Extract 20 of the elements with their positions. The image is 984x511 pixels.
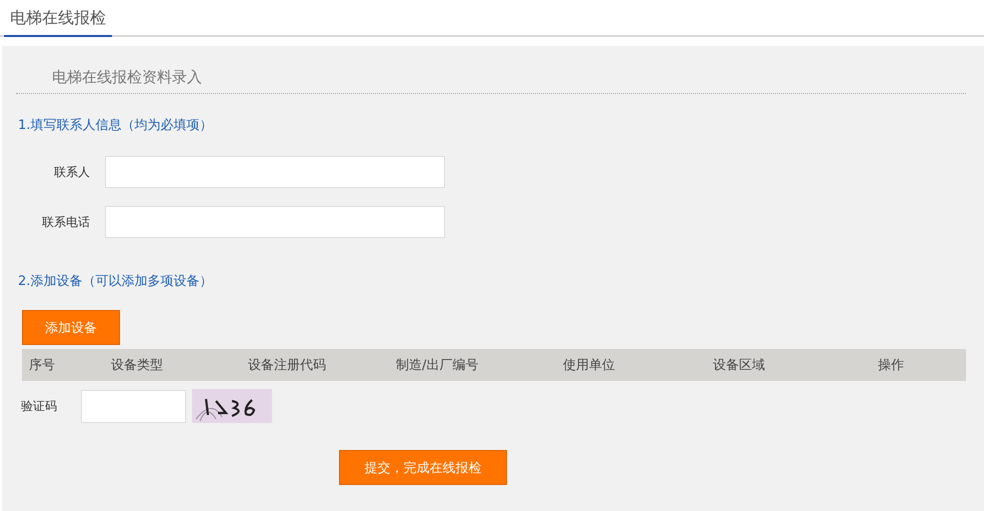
section-title: 1.填写联系人信息（均为必填项） [18,117,214,134]
page-title: 电梯在线报检资料录入 [16,68,966,94]
field-label: 联系人 [53,164,90,180]
add-device-button[interactable]: 添加设备 [22,310,120,345]
column-header: 使用单位 [562,357,616,374]
captcha-image[interactable] [192,389,272,423]
column-header: 设备区域 [712,357,766,374]
column-header: 操作 [877,357,905,374]
column-header: 设备类型 [110,357,164,374]
captcha-label: 验证码 [21,398,57,414]
field-label: 联系电话 [41,214,90,230]
section-title: 2.添加设备（可以添加多项设备） [18,273,214,290]
input-field[interactable] [105,156,445,188]
tab[interactable]: 电梯在线报检 [4,8,112,37]
column-header: 制造/出厂编号 [395,357,480,374]
column-header: 设备注册代码 [247,357,327,374]
column-header: 序号 [28,357,56,374]
captcha-field[interactable] [81,390,186,422]
submit-button[interactable]: 提交，完成在线报检 [339,450,507,485]
input-field[interactable] [105,206,445,238]
